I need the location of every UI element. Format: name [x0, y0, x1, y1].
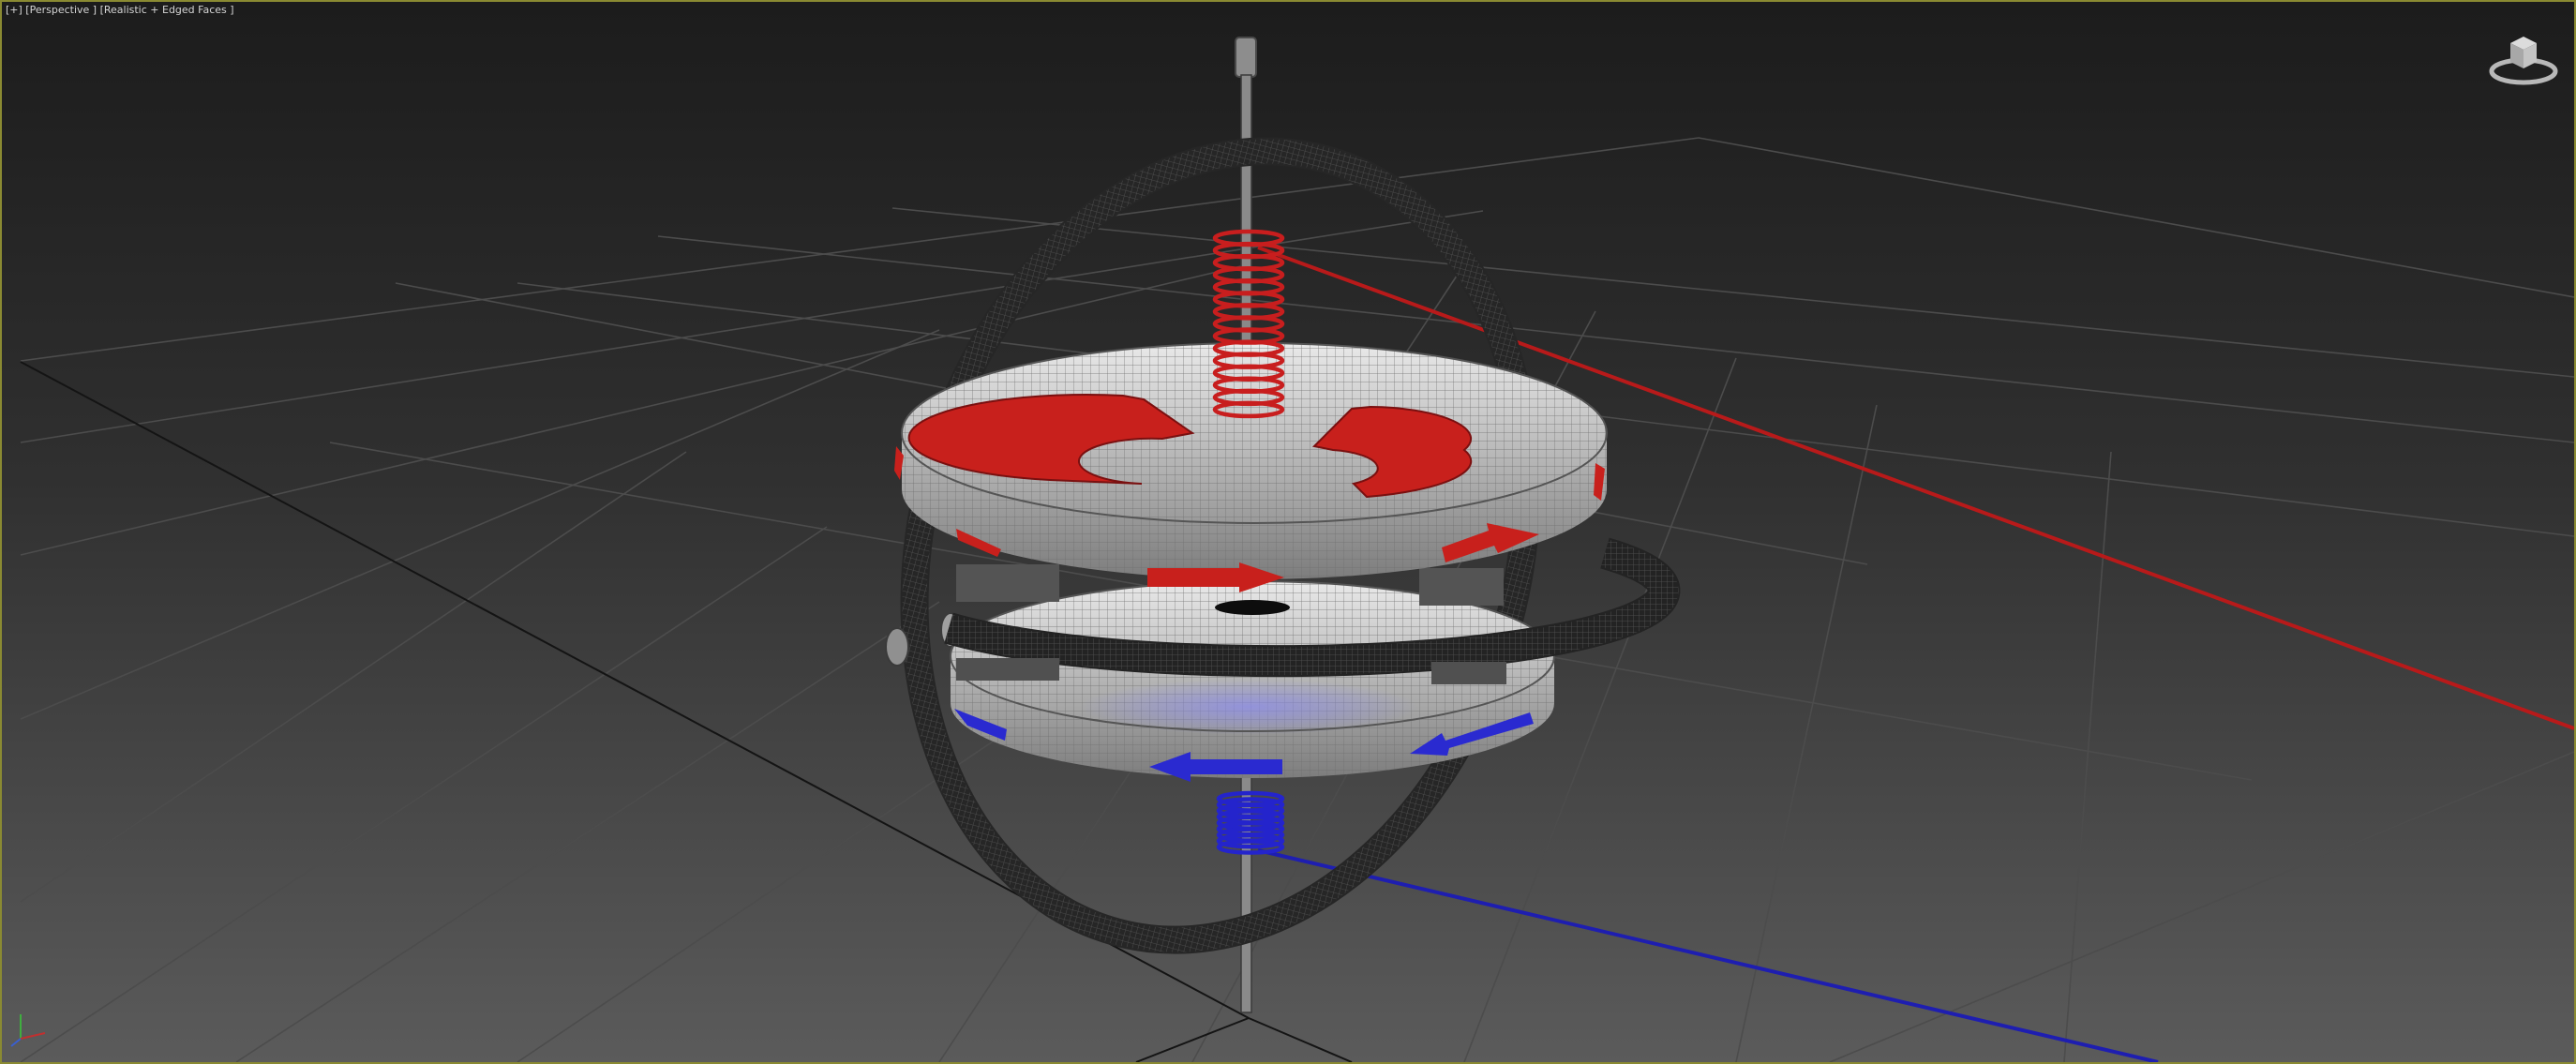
outer-ring-pivot[interactable] [885, 627, 909, 667]
z-axis-line [1257, 848, 2159, 1062]
viewport-label[interactable]: [+] [Perspective ] [Realistic + Edged Fa… [6, 4, 234, 16]
axle-knob[interactable] [1235, 37, 1257, 78]
viewcube-icon[interactable] [2486, 30, 2561, 88]
axis-tripod-icon [10, 1014, 46, 1047]
scene-canvas[interactable] [2, 2, 2574, 1062]
perspective-viewport[interactable]: [+] [Perspective ] [Realistic + Edged Fa… [0, 0, 2576, 1064]
